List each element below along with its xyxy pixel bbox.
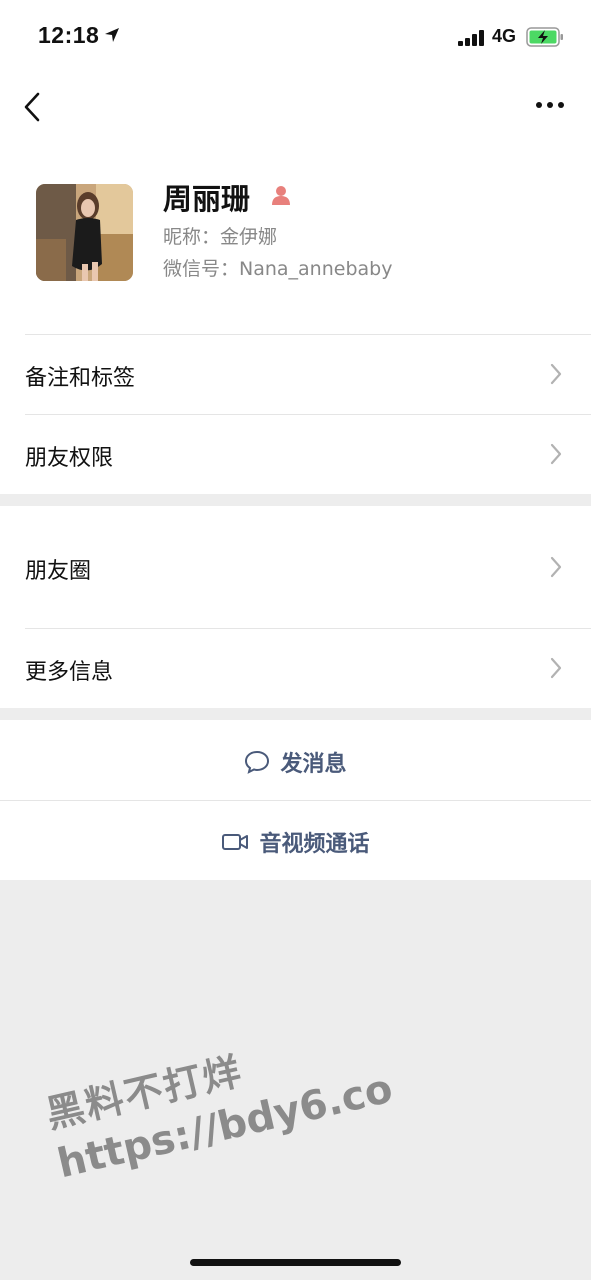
contact-name: 周丽珊 [163, 182, 251, 216]
video-call-button[interactable]: 音视频通话 [0, 800, 591, 880]
menu-label: 朋友圈 [25, 559, 92, 584]
avatar[interactable] [36, 184, 133, 281]
video-camera-icon [222, 834, 249, 850]
status-bar: 12:18 4G [0, 0, 591, 74]
battery-charging-icon [526, 27, 563, 47]
chat-bubble-icon [245, 750, 270, 774]
menu-label: 朋友权限 [25, 446, 114, 471]
send-message-label: 发消息 [280, 752, 347, 777]
location-arrow-icon [105, 28, 119, 42]
menu-item-permissions[interactable]: 朋友权限 [0, 414, 591, 494]
female-gender-icon [272, 186, 290, 205]
cellular-signal-icon [458, 30, 484, 46]
video-call-label: 音视频通话 [259, 832, 370, 857]
divider [25, 334, 591, 335]
home-indicator[interactable] [190, 1259, 401, 1266]
chevron-right-icon [550, 657, 562, 679]
network-type: 4G [492, 26, 517, 46]
divider [0, 800, 591, 801]
menu-label: 更多信息 [25, 660, 114, 685]
divider [25, 414, 591, 415]
back-icon[interactable] [20, 90, 46, 124]
divider [25, 628, 591, 629]
status-time: 12:18 [38, 22, 100, 48]
more-options-icon[interactable] [535, 100, 565, 110]
avatar-photo [36, 184, 133, 281]
menu-item-more-info[interactable]: 更多信息 [0, 628, 591, 708]
wechat-id: 微信号：Nana_annebaby [163, 258, 393, 280]
nav-bar [0, 74, 591, 144]
profile-header: 周丽珊 昵称：金伊娜 微信号：Nana_annebaby [0, 144, 591, 334]
menu-item-moments[interactable]: 朋友圈 [0, 506, 591, 628]
chevron-right-icon [550, 363, 562, 385]
watermark: 黑料不打烊 https://bdy6.co [40, 1008, 397, 1188]
chevron-right-icon [550, 556, 562, 578]
menu-label: 备注和标签 [25, 366, 136, 391]
chevron-right-icon [550, 443, 562, 465]
send-message-button[interactable]: 发消息 [0, 720, 591, 800]
menu-item-remark-tags[interactable]: 备注和标签 [0, 334, 591, 414]
nickname: 昵称：金伊娜 [163, 226, 278, 248]
